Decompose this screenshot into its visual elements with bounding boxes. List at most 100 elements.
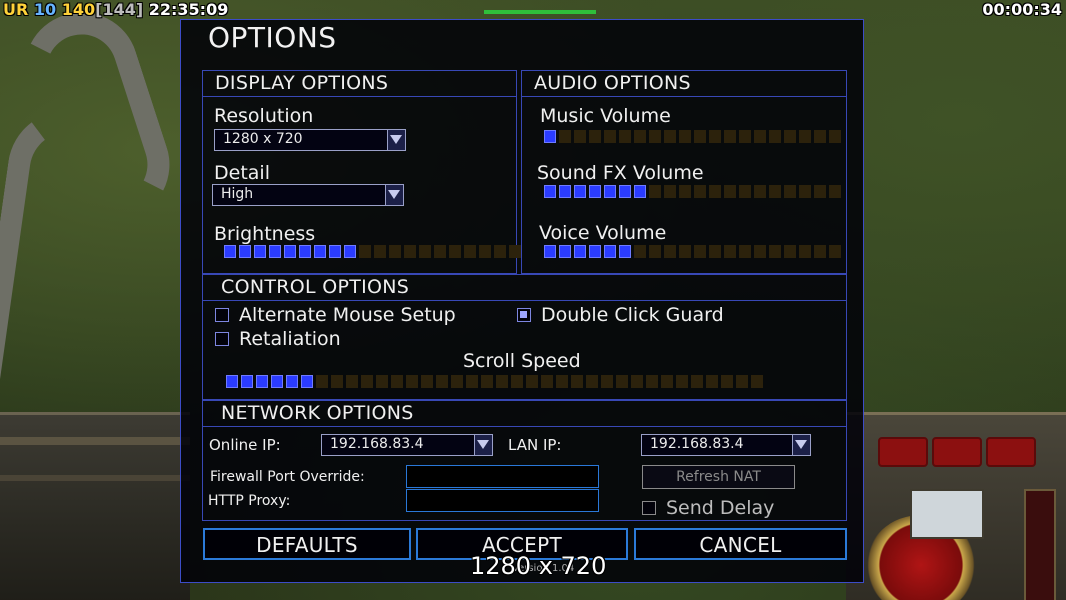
slider-segment[interactable] xyxy=(586,375,598,388)
slider-segment[interactable] xyxy=(769,130,781,143)
slider-segment[interactable] xyxy=(619,130,631,143)
slider-segment[interactable] xyxy=(676,375,688,388)
slider-segment[interactable] xyxy=(709,245,721,258)
alternate-mouse-checkbox[interactable] xyxy=(215,308,229,322)
lan-ip-dropdown[interactable]: 192.168.83.4 xyxy=(641,434,811,456)
slider-segment[interactable] xyxy=(814,245,826,258)
slider-segment[interactable] xyxy=(269,245,281,258)
slider-segment[interactable] xyxy=(466,375,478,388)
slider-segment[interactable] xyxy=(436,375,448,388)
slider-segment[interactable] xyxy=(619,185,631,198)
send-delay-checkbox[interactable] xyxy=(642,501,656,515)
slider-segment[interactable] xyxy=(434,245,446,258)
slider-segment[interactable] xyxy=(419,245,431,258)
cancel-button[interactable]: CANCEL xyxy=(634,528,847,560)
command-tab-button[interactable] xyxy=(878,437,928,467)
slider-segment[interactable] xyxy=(589,245,601,258)
slider-segment[interactable] xyxy=(544,130,556,143)
slider-segment[interactable] xyxy=(829,185,841,198)
slider-segment[interactable] xyxy=(574,185,586,198)
slider-segment[interactable] xyxy=(509,245,521,258)
chevron-down-icon[interactable] xyxy=(387,130,405,150)
slider-segment[interactable] xyxy=(664,245,676,258)
slider-segment[interactable] xyxy=(559,130,571,143)
slider-segment[interactable] xyxy=(736,375,748,388)
slider-segment[interactable] xyxy=(664,130,676,143)
slider-segment[interactable] xyxy=(574,245,586,258)
slider-segment[interactable] xyxy=(224,245,236,258)
slider-segment[interactable] xyxy=(754,130,766,143)
slider-segment[interactable] xyxy=(724,185,736,198)
slider-segment[interactable] xyxy=(739,130,751,143)
slider-segment[interactable] xyxy=(649,185,661,198)
slider-segment[interactable] xyxy=(751,375,763,388)
slider-segment[interactable] xyxy=(496,375,508,388)
slider-segment[interactable] xyxy=(256,375,268,388)
slider-segment[interactable] xyxy=(709,185,721,198)
refresh-nat-button[interactable]: Refresh NAT xyxy=(642,465,795,489)
slider-segment[interactable] xyxy=(814,185,826,198)
slider-segment[interactable] xyxy=(631,375,643,388)
chevron-down-icon[interactable] xyxy=(474,435,492,455)
slider-segment[interactable] xyxy=(754,185,766,198)
slider-segment[interactable] xyxy=(511,375,523,388)
slider-segment[interactable] xyxy=(346,375,358,388)
slider-segment[interactable] xyxy=(589,185,601,198)
slider-segment[interactable] xyxy=(526,375,538,388)
slider-segment[interactable] xyxy=(479,245,491,258)
slider-segment[interactable] xyxy=(421,375,433,388)
slider-segment[interactable] xyxy=(574,130,586,143)
slider-segment[interactable] xyxy=(331,375,343,388)
slider-segment[interactable] xyxy=(784,130,796,143)
slider-segment[interactable] xyxy=(316,375,328,388)
slider-segment[interactable] xyxy=(694,245,706,258)
slider-segment[interactable] xyxy=(769,245,781,258)
slider-segment[interactable] xyxy=(359,245,371,258)
slider-segment[interactable] xyxy=(391,375,403,388)
slider-segment[interactable] xyxy=(344,245,356,258)
slider-segment[interactable] xyxy=(604,245,616,258)
slider-segment[interactable] xyxy=(679,245,691,258)
slider-segment[interactable] xyxy=(601,375,613,388)
slider-segment[interactable] xyxy=(374,245,386,258)
slider-segment[interactable] xyxy=(679,185,691,198)
slider-segment[interactable] xyxy=(451,375,463,388)
slider-segment[interactable] xyxy=(241,375,253,388)
slider-segment[interactable] xyxy=(604,185,616,198)
slider-segment[interactable] xyxy=(784,245,796,258)
slider-segment[interactable] xyxy=(286,375,298,388)
slider-segment[interactable] xyxy=(481,375,493,388)
slider-segment[interactable] xyxy=(226,375,238,388)
slider-segment[interactable] xyxy=(464,245,476,258)
voice-volume-slider[interactable] xyxy=(544,245,841,258)
slider-segment[interactable] xyxy=(301,375,313,388)
slider-segment[interactable] xyxy=(271,375,283,388)
slider-segment[interactable] xyxy=(284,245,296,258)
slider-segment[interactable] xyxy=(646,375,658,388)
slider-segment[interactable] xyxy=(544,245,556,258)
sound-fx-volume-slider[interactable] xyxy=(544,185,841,198)
slider-segment[interactable] xyxy=(724,130,736,143)
slider-segment[interactable] xyxy=(709,130,721,143)
slider-segment[interactable] xyxy=(571,375,583,388)
slider-segment[interactable] xyxy=(559,245,571,258)
double-click-guard-checkbox[interactable] xyxy=(517,308,531,322)
music-volume-slider[interactable] xyxy=(544,130,841,143)
defaults-button[interactable]: DEFAULTS xyxy=(203,528,411,560)
slider-segment[interactable] xyxy=(254,245,266,258)
command-tab-button[interactable] xyxy=(986,437,1036,467)
slider-segment[interactable] xyxy=(556,375,568,388)
online-ip-dropdown[interactable]: 192.168.83.4 xyxy=(321,434,493,456)
slider-segment[interactable] xyxy=(799,245,811,258)
slider-segment[interactable] xyxy=(706,375,718,388)
slider-segment[interactable] xyxy=(739,245,751,258)
resolution-dropdown[interactable]: 1280 x 720 xyxy=(214,129,406,151)
slider-segment[interactable] xyxy=(389,245,401,258)
slider-segment[interactable] xyxy=(769,185,781,198)
slider-segment[interactable] xyxy=(724,245,736,258)
chevron-down-icon[interactable] xyxy=(792,435,810,455)
brightness-slider[interactable] xyxy=(224,245,521,258)
slider-segment[interactable] xyxy=(404,245,416,258)
http-proxy-input[interactable] xyxy=(406,489,599,512)
slider-segment[interactable] xyxy=(239,245,251,258)
